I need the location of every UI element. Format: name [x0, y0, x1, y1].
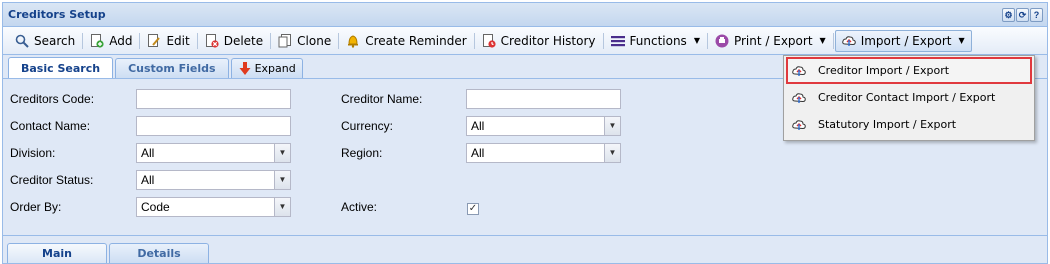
division-label: Division:: [10, 146, 56, 160]
creditor-history-button[interactable]: Creditor History: [476, 30, 602, 52]
create-reminder-button[interactable]: Create Reminder: [340, 30, 472, 52]
toolbar-separator: [473, 32, 475, 49]
expand-button[interactable]: Expand: [230, 58, 303, 78]
toolbar-separator: [338, 32, 340, 49]
search-button[interactable]: Search: [9, 30, 81, 52]
toolbar-separator: [270, 32, 272, 49]
toolbar-separator: [706, 32, 708, 49]
search-icon: [15, 34, 29, 48]
currency-label: Currency:: [341, 119, 394, 133]
main-toolbar: Search Add Edit Delete Clone Create Remi…: [3, 27, 1047, 55]
edit-button[interactable]: Edit: [141, 30, 195, 52]
region-label: Region:: [341, 146, 383, 160]
toolbar-separator: [82, 32, 84, 49]
tab-details[interactable]: Details: [109, 243, 209, 263]
toolbar-separator: [832, 32, 834, 49]
add-button[interactable]: Add: [84, 30, 138, 52]
edit-icon: [147, 33, 161, 48]
detail-tabs: Main Details: [3, 235, 1047, 263]
bell-icon: [346, 34, 360, 48]
add-icon: [90, 33, 104, 48]
creditors-setup-panel: Creditors Setup ⚙ ⟳ ? Search Add Edit De…: [2, 2, 1048, 264]
creditor-name-input[interactable]: [466, 89, 621, 109]
panel-tools: ⚙ ⟳ ?: [1002, 7, 1043, 22]
toolbar-separator: [602, 32, 604, 49]
cloud-sync-icon: [792, 64, 806, 78]
history-icon: [482, 33, 496, 48]
print-icon: [715, 34, 729, 48]
creditors-code-input[interactable]: [136, 89, 291, 109]
toolbar-separator: [196, 32, 198, 49]
menu-item-creditor-contact-import-export[interactable]: Creditor Contact Import / Export: [784, 84, 1034, 111]
delete-icon: [205, 33, 219, 48]
clone-button[interactable]: Clone: [272, 30, 337, 52]
order-by-label: Order By:: [10, 200, 62, 214]
chevron-down-icon[interactable]: ▼: [274, 144, 290, 162]
delete-button[interactable]: Delete: [199, 30, 269, 52]
contact-name-label: Contact Name:: [10, 119, 91, 133]
creditors-code-label: Creditors Code:: [10, 92, 95, 106]
cloud-sync-icon: [841, 34, 856, 48]
print-export-menu-button[interactable]: Print / Export ▼: [709, 30, 832, 52]
chevron-down-icon[interactable]: ▼: [274, 198, 290, 216]
arrow-down-icon: [238, 61, 252, 76]
menu-icon: [610, 34, 625, 48]
chevron-down-icon: ▼: [958, 36, 965, 45]
active-checkbox[interactable]: ✓: [467, 203, 479, 215]
chevron-down-icon: ▼: [693, 36, 700, 45]
functions-menu-button[interactable]: Functions ▼: [605, 30, 706, 52]
active-label: Active:: [341, 200, 378, 214]
cloud-sync-icon: [792, 118, 806, 132]
tab-custom-fields[interactable]: Custom Fields: [115, 58, 229, 78]
currency-select[interactable]: All ▼: [466, 116, 621, 136]
creditor-status-select[interactable]: All ▼: [136, 170, 291, 190]
contact-name-input[interactable]: [136, 116, 291, 136]
gear-icon[interactable]: ⚙: [1002, 7, 1015, 22]
creditor-name-label: Creditor Name:: [341, 92, 423, 106]
division-select[interactable]: All ▼: [136, 143, 291, 163]
panel-title: Creditors Setup: [8, 8, 106, 21]
chevron-down-icon[interactable]: ▼: [604, 117, 620, 135]
menu-item-statutory-import-export[interactable]: Statutory Import / Export: [784, 111, 1034, 138]
tab-main[interactable]: Main: [7, 243, 107, 263]
chevron-down-icon[interactable]: ▼: [274, 171, 290, 189]
region-select[interactable]: All ▼: [466, 143, 621, 163]
refresh-icon[interactable]: ⟳: [1016, 7, 1029, 22]
tab-basic-search[interactable]: Basic Search: [8, 57, 114, 78]
clone-icon: [278, 33, 292, 48]
help-icon[interactable]: ?: [1030, 7, 1043, 22]
panel-titlebar: Creditors Setup ⚙ ⟳ ?: [3, 3, 1047, 27]
chevron-down-icon[interactable]: ▼: [604, 144, 620, 162]
cloud-sync-icon: [792, 91, 806, 105]
order-by-select[interactable]: Code ▼: [136, 197, 291, 217]
chevron-down-icon: ▼: [819, 36, 826, 45]
creditor-status-label: Creditor Status:: [10, 173, 94, 187]
import-export-menu-button[interactable]: Import / Export ▼: [834, 29, 972, 52]
import-export-dropdown: Creditor Import / Export Creditor Contac…: [783, 55, 1035, 141]
toolbar-separator: [139, 32, 141, 49]
menu-item-creditor-import-export[interactable]: Creditor Import / Export: [786, 57, 1032, 84]
